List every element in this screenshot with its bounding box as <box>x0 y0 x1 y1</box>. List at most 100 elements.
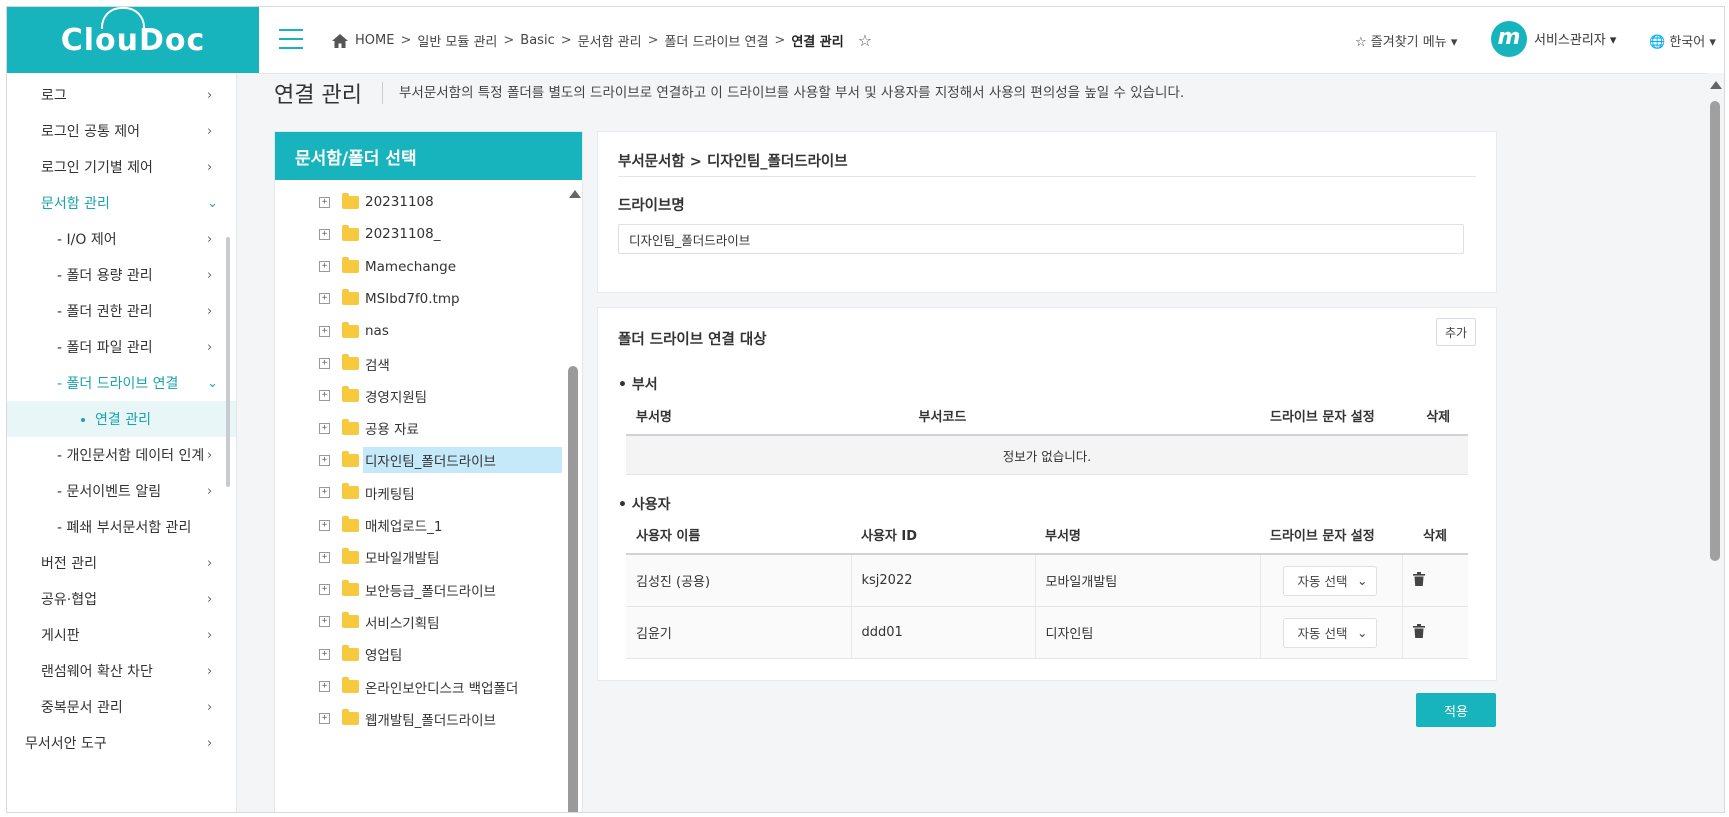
tree-folder-item[interactable]: + 검색 <box>319 352 390 376</box>
sidebar-item-ransomware[interactable]: 랜섬웨어 확산 차단 › <box>7 653 236 689</box>
main-scroll-thumb[interactable] <box>1710 101 1720 561</box>
sidebar-item-io[interactable]: - I/O 제어 › <box>7 221 236 257</box>
breadcrumb-item[interactable]: Basic <box>520 33 554 48</box>
folder-name: Mamechange <box>365 258 457 275</box>
expand-icon[interactable]: + <box>319 196 330 208</box>
sidebar-item-folder-file[interactable]: - 폴더 파일 관리 › <box>7 329 236 365</box>
column-header[interactable]: 부서명 <box>1035 515 1260 555</box>
breadcrumb-item[interactable]: 문서함 관리 <box>578 31 642 50</box>
user-menu[interactable]: 서비스관리자 ▾ <box>1534 29 1616 48</box>
tree-folder-item[interactable]: + Mamechange <box>319 255 456 279</box>
logo[interactable]: ClouDoc <box>7 7 259 73</box>
breadcrumb-item[interactable]: 일반 모듈 관리 <box>417 31 497 50</box>
expand-icon[interactable]: + <box>319 648 330 660</box>
folder-name: 웹개발팀_폴더드라이브 <box>365 712 496 729</box>
expand-icon[interactable]: + <box>319 325 330 337</box>
drive-letter-select[interactable]: 자동 선택 ⌄ <box>1282 617 1377 648</box>
column-header[interactable]: 드라이브 문자 설정 <box>1260 515 1402 555</box>
tree-folder-item[interactable]: + 영업팀 <box>319 642 402 666</box>
language-menu[interactable]: 🌐 한국어 ▾ <box>1649 31 1716 50</box>
sidebar-item-version[interactable]: 버전 관리 › <box>7 545 236 581</box>
folder-icon <box>342 677 359 693</box>
expand-icon[interactable]: + <box>319 293 330 305</box>
expand-icon[interactable]: + <box>319 616 330 628</box>
expand-icon[interactable]: + <box>319 487 330 499</box>
expand-icon[interactable]: + <box>319 358 330 369</box>
sidebar-scrollbar[interactable] <box>226 237 230 487</box>
main-scrollbar[interactable] <box>1707 73 1724 812</box>
breadcrumb-item[interactable]: HOME <box>355 33 394 48</box>
expand-icon[interactable]: + <box>319 454 330 466</box>
chevron-down-icon: ⌄ <box>207 375 218 391</box>
tree-folder-item[interactable]: + 모바일개발팀 <box>319 545 440 569</box>
select-value: 자동 선택 <box>1297 574 1348 589</box>
expand-icon[interactable]: + <box>319 261 330 273</box>
sidebar-item-folder-drive[interactable]: - 폴더 드라이브 연결 ⌄ <box>7 365 236 401</box>
tree-folder-item[interactable]: +20231108_ <box>319 222 440 246</box>
tree-folder-item[interactable]: +20231108 <box>319 190 434 214</box>
sidebar-item-label: - 폴더 권한 관리 <box>57 304 153 320</box>
trash-icon[interactable] <box>1412 623 1425 638</box>
top-bar: HOME > 일반 모듈 관리 > Basic > 문서함 관리 > 폴더 드라… <box>259 7 1724 74</box>
column-header[interactable]: 드라이브 문자 설정 <box>1260 396 1409 436</box>
expand-icon[interactable]: + <box>319 228 330 240</box>
tree-scroll-thumb[interactable] <box>568 366 578 812</box>
empty-message: 정보가 없습니다. <box>626 435 1468 475</box>
trash-icon[interactable] <box>1412 571 1425 586</box>
sidebar-item-doc-event[interactable]: - 문서이벤트 알림 › <box>7 473 236 509</box>
caret-down-icon: ▾ <box>1609 33 1617 48</box>
expand-icon[interactable]: + <box>319 681 330 692</box>
sidebar-item-duplicate[interactable]: 중복문서 관리 › <box>7 689 236 725</box>
expand-icon[interactable]: + <box>319 584 330 596</box>
add-target-button[interactable]: 추가 <box>1436 318 1476 346</box>
expand-icon[interactable]: + <box>319 390 330 402</box>
drive-name-input[interactable] <box>618 224 1464 254</box>
sidebar-item-doc-security[interactable]: 무서서안 도구 › <box>7 725 236 761</box>
table-header-row: 부서명 부서코드 드라이브 문자 설정 삭제 <box>626 396 1468 436</box>
sidebar-item-share[interactable]: 공유·협업 › <box>7 581 236 617</box>
tree-folder-item[interactable]: + 웹개발팀_폴더드라이브 <box>319 707 496 731</box>
sidebar-item-closed-dept[interactable]: - 폐쇄 부서문서함 관리 <box>7 509 236 545</box>
star-icon[interactable]: ☆ <box>858 31 872 50</box>
user-avatar[interactable]: m <box>1491 21 1527 57</box>
sidebar-item-label: - 개인문서함 데이터 인계 <box>57 448 205 464</box>
sidebar-item-board[interactable]: 게시판 › <box>7 617 236 653</box>
scroll-up-icon[interactable] <box>569 190 581 198</box>
tree-folder-item[interactable]: + MSIbd7f0.tmp <box>319 287 460 311</box>
apply-button[interactable]: 적용 <box>1416 693 1496 727</box>
sidebar-item-login-common[interactable]: 로그인 공통 제어 › <box>7 113 236 149</box>
favorites-menu[interactable]: ☆ 즐겨찾기 메뉴 ▾ <box>1355 31 1457 50</box>
scroll-up-icon[interactable] <box>1710 81 1722 89</box>
sidebar-item-folder-capacity[interactable]: - 폴더 용량 관리 › <box>7 257 236 293</box>
breadcrumb-item[interactable]: 폴더 드라이브 연결 <box>664 31 768 50</box>
sidebar-item-login-device[interactable]: 로그인 기기별 제어 › <box>7 149 236 185</box>
expand-icon[interactable]: + <box>319 551 330 563</box>
column-header[interactable]: 부서명 <box>626 396 909 436</box>
tree-folder-item[interactable]: + 경영지원팀 <box>319 384 427 408</box>
sidebar-item-docbox[interactable]: 문서함 관리 ⌄ <box>7 185 236 221</box>
tree-folder-item[interactable]: + 서비스기획팀 <box>319 610 440 634</box>
expand-icon[interactable]: + <box>319 422 330 434</box>
sidebar-item-connection-manage[interactable]: 연결 관리 <box>7 401 236 437</box>
drive-letter-select[interactable]: 자동 선택 ⌄ <box>1282 565 1377 596</box>
tree-folder-item[interactable]: + 공용 자료 <box>319 416 419 440</box>
expand-icon[interactable]: + <box>319 713 330 725</box>
column-header[interactable]: 부서코드 <box>908 396 1260 436</box>
tree-folder-item[interactable]: + 보안등급_폴더드라이브 <box>319 578 496 602</box>
column-header[interactable]: 사용자 이름 <box>626 515 851 555</box>
sidebar-item-log[interactable]: 로그 › <box>7 77 236 113</box>
tree-folder-item[interactable]: + nas <box>319 319 389 343</box>
tree-folder-item[interactable]: + 온라인보안디스크 백업폴더 <box>319 675 518 699</box>
tree-folder-item[interactable]: + 매체업로드_1 <box>319 513 442 537</box>
tree-folder-item[interactable]: + 디자인팀_폴더드라이브 <box>319 447 562 474</box>
home-icon[interactable] <box>331 33 349 49</box>
sidebar-item-label: 버전 관리 <box>41 556 97 572</box>
sidebar-item-folder-permission[interactable]: - 폴더 권한 관리 › <box>7 293 236 329</box>
drive-path: 부서문서함 > 디자인팀_폴더드라이브 <box>618 154 848 170</box>
tree-panel-title: 문서함/폴더 선택 <box>275 132 582 180</box>
sidebar-item-personal-handover[interactable]: - 개인문서함 데이터 인계 › <box>7 437 236 473</box>
menu-toggle-icon[interactable] <box>279 29 303 49</box>
column-header[interactable]: 사용자 ID <box>851 515 1035 555</box>
tree-folder-item[interactable]: + 마케팅팀 <box>319 481 415 505</box>
expand-icon[interactable]: + <box>319 519 330 531</box>
